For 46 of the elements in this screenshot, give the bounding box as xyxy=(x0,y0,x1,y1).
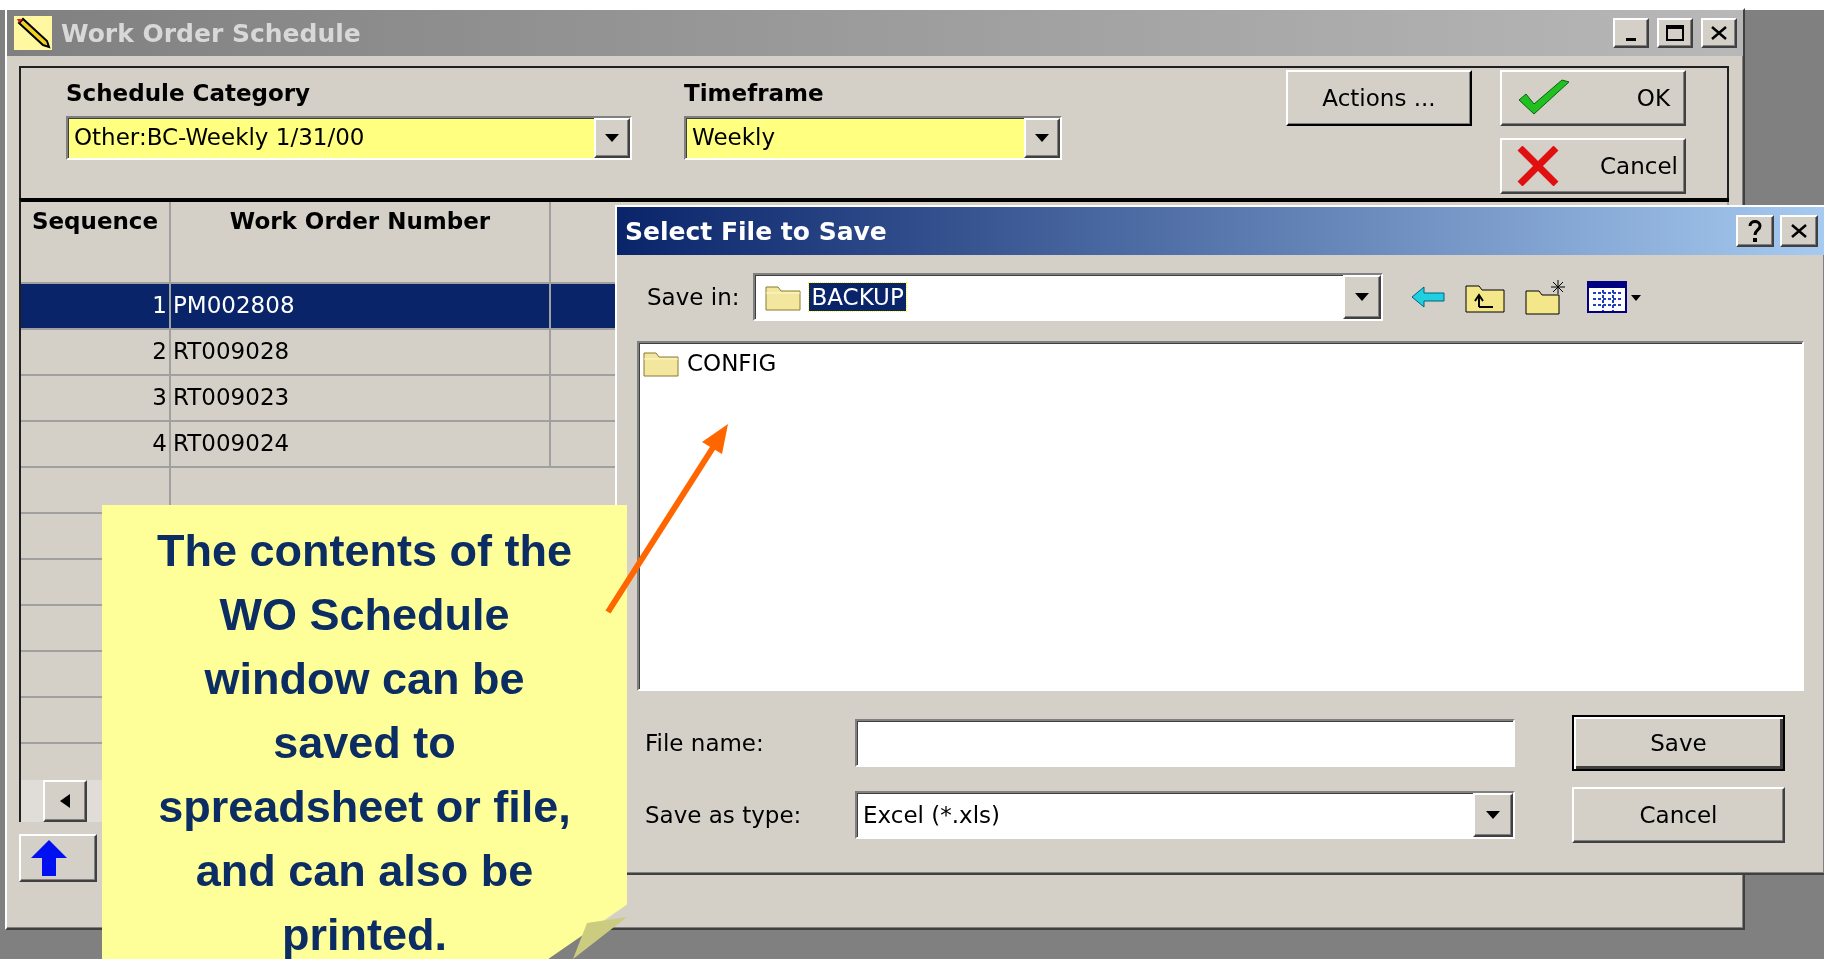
dropdown-field[interactable]: Other:BC-Weekly 1/31/00 xyxy=(66,116,632,160)
maximize-button[interactable] xyxy=(1657,18,1693,48)
close-icon xyxy=(1710,25,1728,41)
dropdown-field[interactable]: Weekly xyxy=(684,116,1062,160)
new-folder-icon[interactable] xyxy=(1525,279,1568,315)
callout-text: The contents of the WO Schedule window can be saved to spreadsheet or file, and can also be printed. xyxy=(156,524,573,959)
view-menu-icon[interactable] xyxy=(1587,281,1644,313)
field-label: Save as type: xyxy=(645,802,803,828)
field-label: Save in: xyxy=(647,284,740,310)
page-fold-icon xyxy=(573,917,627,959)
open-folder-icon xyxy=(765,283,802,311)
minimize-button[interactable] xyxy=(1613,18,1649,48)
close-button[interactable] xyxy=(1701,18,1737,48)
ok-button[interactable]: OK xyxy=(1500,70,1686,126)
back-arrow-icon[interactable] xyxy=(1411,286,1446,308)
close-icon xyxy=(1790,223,1808,239)
help-button[interactable] xyxy=(1736,215,1774,247)
cross-icon xyxy=(1516,146,1560,186)
caret-icon xyxy=(605,134,619,142)
field-label: Schedule Category xyxy=(66,80,312,106)
dialog-button[interactable]: Cancel xyxy=(1572,787,1785,843)
window-title: Work Order Schedule xyxy=(61,18,362,48)
field-label: Timeframe xyxy=(684,80,825,106)
dialog-button[interactable]: Save xyxy=(1572,715,1785,771)
close-button[interactable] xyxy=(1780,215,1818,247)
file-type-dropdown[interactable]: Excel (*.xls) xyxy=(855,791,1515,839)
caret-icon xyxy=(1486,811,1500,819)
column-header[interactable]: Work Order Number xyxy=(171,202,551,282)
dialog-title: Select File to Save xyxy=(625,216,888,246)
file-name-field[interactable] xyxy=(855,719,1515,767)
up-arrow-icon xyxy=(29,838,69,878)
move-up-button[interactable] xyxy=(19,834,97,882)
cancel-button[interactable]: Cancel xyxy=(1500,138,1686,194)
maximize-icon xyxy=(1666,25,1684,41)
pencil-icon xyxy=(13,15,53,51)
actions-button[interactable]: Actions ... xyxy=(1286,70,1472,126)
column-header[interactable]: Sequence xyxy=(21,202,171,282)
help-icon xyxy=(1747,219,1763,243)
caret-icon xyxy=(1035,134,1049,142)
field-label: File name: xyxy=(645,730,765,756)
left-arrow-icon xyxy=(60,794,70,808)
minimize-icon xyxy=(1626,37,1636,41)
caret-icon xyxy=(1355,293,1370,301)
save-in-dropdown[interactable]: BACKUP xyxy=(753,273,1384,321)
folder-item[interactable]: CONFIG xyxy=(643,349,777,377)
folder-icon xyxy=(643,349,679,377)
